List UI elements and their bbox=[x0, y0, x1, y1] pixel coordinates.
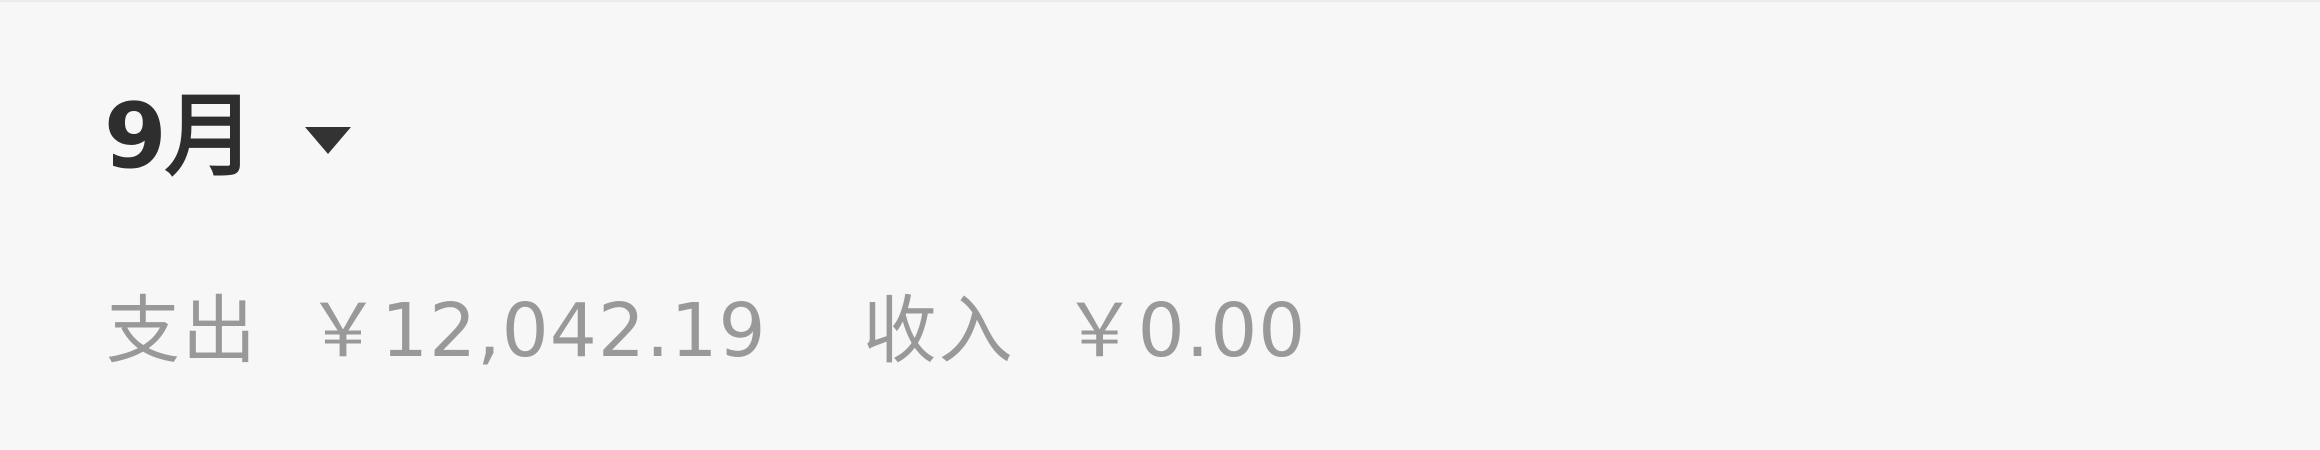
month-selector[interactable]: 9月 bbox=[104, 92, 351, 182]
caret-down-icon bbox=[304, 126, 351, 154]
income-label: 收入 bbox=[862, 288, 1015, 374]
expense-amount: ￥12,042.19 bbox=[306, 288, 767, 374]
expense-label: 支出 bbox=[106, 288, 258, 374]
month-totals: 支出 ￥12,042.19 收入 ￥0.00 bbox=[106, 294, 1306, 368]
income-amount: ￥0.00 bbox=[1062, 288, 1307, 374]
month-summary-panel: 9月 支出 ￥12,042.19 收入 ￥0.00 bbox=[0, 0, 2320, 450]
month-label: 9月 bbox=[104, 84, 255, 189]
